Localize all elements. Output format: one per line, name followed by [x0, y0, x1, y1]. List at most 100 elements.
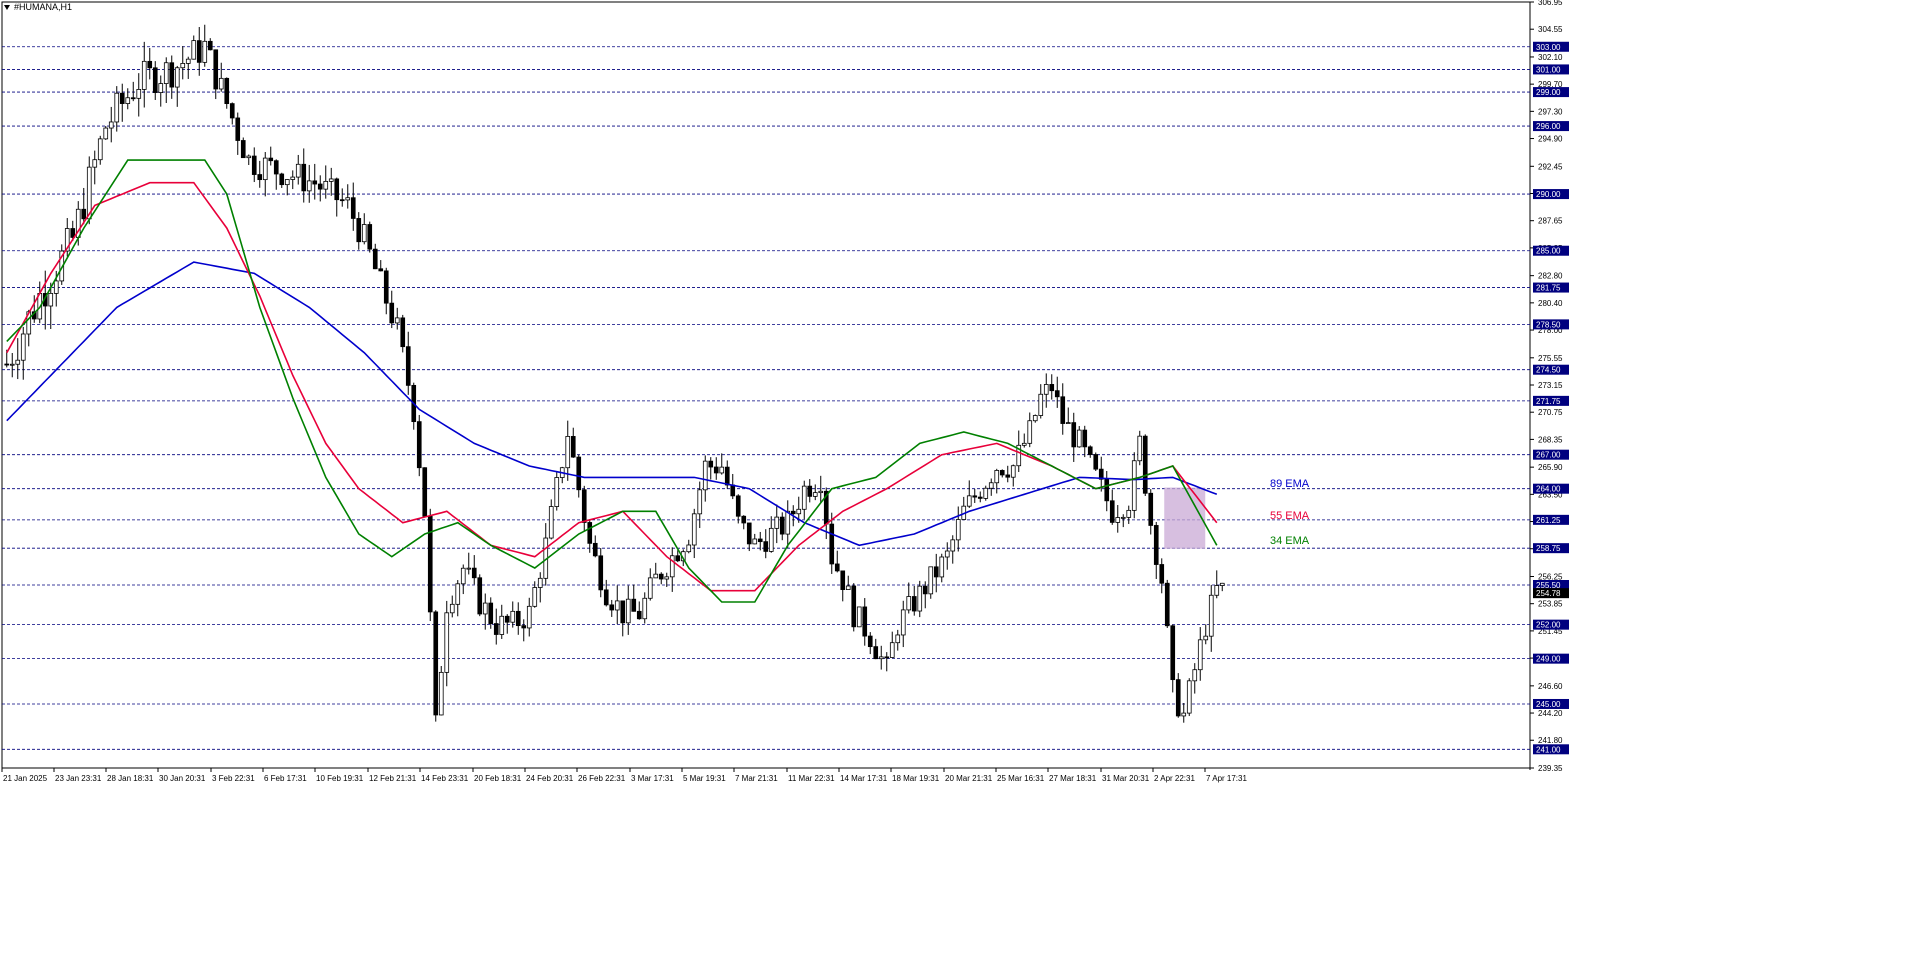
bull-candle	[460, 567, 466, 585]
bear-candle	[1164, 582, 1170, 627]
bear-candle	[1005, 474, 1011, 478]
bull-candle	[20, 333, 26, 361]
y-tick-label: 265.90	[1538, 463, 1563, 472]
y-tick-label: 304.55	[1538, 25, 1563, 34]
level-badge-label: 267.00	[1536, 451, 1561, 460]
x-tick-label: 20 Mar 21:31	[945, 774, 993, 783]
bull-candle	[818, 490, 824, 494]
y-tick-label: 270.75	[1538, 408, 1563, 417]
bear-candle	[570, 436, 576, 458]
bull-candle	[361, 224, 367, 243]
bear-candle	[317, 183, 323, 190]
bull-candle	[1137, 435, 1143, 462]
y-tick-label: 253.85	[1538, 600, 1563, 609]
bear-candle	[757, 538, 763, 543]
bear-candle	[922, 585, 928, 595]
bear-candle	[581, 489, 587, 523]
level-badge-label: 301.00	[1536, 65, 1561, 74]
bear-candle	[675, 555, 681, 562]
bull-candle	[444, 612, 450, 673]
bear-candle	[1093, 454, 1099, 470]
bear-candle	[301, 163, 307, 192]
bull-candle	[48, 292, 54, 307]
bear-candle	[1153, 525, 1159, 565]
bull-candle	[1197, 639, 1203, 671]
bull-candle	[499, 615, 505, 635]
y-tick-label: 287.65	[1538, 217, 1563, 226]
ema-line-2	[6, 181, 1218, 592]
bull-candle	[449, 603, 455, 614]
bull-candle	[702, 460, 708, 491]
y-tick-label: 280.40	[1538, 299, 1563, 308]
bull-candle	[295, 163, 301, 178]
bull-candle	[697, 489, 703, 515]
x-tick-label: 6 Feb 17:31	[264, 774, 307, 783]
bull-candle	[526, 605, 532, 629]
bull-candle	[785, 510, 791, 535]
bull-candle	[653, 573, 659, 579]
bear-candle	[488, 602, 494, 624]
bear-candle	[862, 606, 868, 637]
bull-candle	[950, 539, 956, 552]
bull-candle	[856, 606, 862, 628]
bear-candle	[1109, 500, 1115, 523]
bull-candle	[1208, 594, 1214, 637]
bear-candle	[257, 174, 263, 181]
bull-candle	[796, 508, 802, 515]
x-tick-label: 7 Apr 17:31	[1206, 774, 1247, 783]
y-tick-label: 244.20	[1538, 709, 1563, 718]
x-tick-label: 2 Apr 22:31	[1154, 774, 1195, 783]
y-tick-label: 292.45	[1538, 162, 1563, 171]
bear-candle	[416, 421, 422, 469]
bull-candle	[1032, 415, 1038, 422]
bull-candle	[944, 550, 950, 558]
bull-candle	[801, 485, 807, 510]
bull-candle	[328, 178, 334, 182]
x-tick-label: 28 Jan 18:31	[107, 774, 154, 783]
bear-candle	[207, 40, 213, 51]
bear-candle	[840, 570, 846, 590]
bull-candle	[647, 577, 653, 599]
bear-candle	[268, 157, 274, 162]
bull-candle	[15, 359, 21, 365]
level-badge-label: 296.00	[1536, 122, 1561, 131]
bear-candle	[273, 160, 279, 175]
bull-candle	[1076, 429, 1082, 448]
bear-candle	[741, 515, 747, 524]
bull-candle	[642, 597, 648, 620]
bull-candle	[983, 487, 989, 499]
bull-candle	[994, 470, 1000, 484]
bear-candle	[1142, 435, 1148, 494]
bull-candle	[532, 587, 538, 607]
level-badge-label: 303.00	[1536, 43, 1561, 52]
bear-candle	[603, 589, 609, 606]
bull-candle	[1043, 384, 1049, 395]
bull-candle	[719, 466, 725, 474]
bear-candle	[972, 495, 978, 498]
price-chart[interactable]: 306.95304.55302.10299.70297.30294.90292.…	[0, 0, 1916, 963]
bear-candle	[4, 363, 10, 366]
y-tick-label: 273.15	[1538, 381, 1563, 390]
bull-candle	[53, 280, 59, 294]
x-tick-label: 24 Feb 20:31	[526, 774, 574, 783]
level-badge-label: 245.00	[1536, 700, 1561, 709]
bull-candle	[455, 583, 461, 605]
bull-candle	[394, 317, 400, 324]
bull-candle	[1038, 393, 1044, 416]
bear-candle	[213, 49, 219, 90]
x-tick-label: 23 Jan 23:31	[55, 774, 102, 783]
bear-candle	[119, 92, 125, 104]
bull-candle	[878, 656, 884, 660]
bear-candle	[339, 199, 345, 202]
bear-candle	[592, 542, 598, 557]
bear-candle	[867, 635, 873, 648]
bear-candle	[708, 460, 714, 468]
bull-candle	[565, 436, 571, 469]
level-badge-label: 271.75	[1536, 397, 1561, 406]
bear-candle	[471, 567, 477, 579]
bull-candle	[1192, 669, 1198, 682]
bear-candle	[658, 573, 664, 580]
y-tick-label: 268.35	[1538, 435, 1563, 444]
bear-candle	[746, 522, 752, 545]
bull-candle	[1027, 420, 1033, 444]
